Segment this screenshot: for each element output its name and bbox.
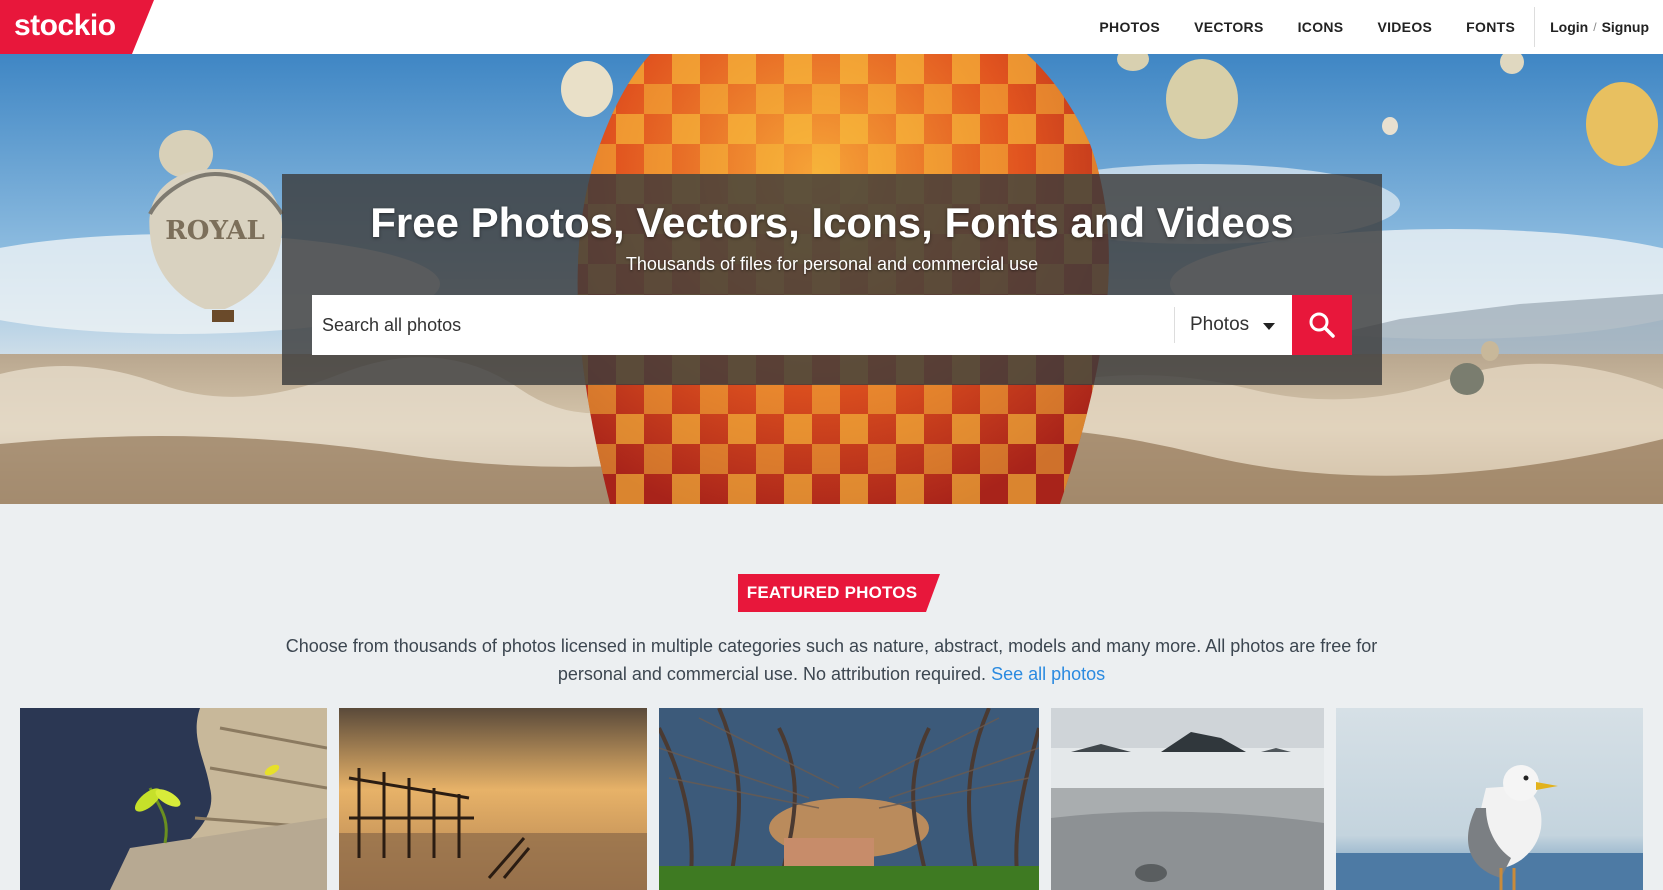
search-icon: [1309, 312, 1335, 338]
stockio-logo[interactable]: stockio: [0, 0, 154, 54]
photo-thumb-tree-lined-path[interactable]: [659, 708, 1039, 890]
photo-image: [339, 708, 647, 890]
search-input[interactable]: [312, 295, 1172, 355]
main-nav: PHOTOS VECTORS ICONS VIDEOS FONTS Login …: [1082, 0, 1663, 54]
nav-fonts-link[interactable]: FONTS: [1449, 19, 1532, 35]
top-navigation-bar: stockio PHOTOS VECTORS ICONS VIDEOS FONT…: [0, 0, 1663, 54]
featured-description-text: Choose from thousands of photos licensed…: [285, 636, 1378, 684]
category-select-value: Photos: [1190, 314, 1250, 335]
featured-photos-badge: FEATURED PHOTOS: [738, 574, 940, 612]
search-button[interactable]: [1292, 295, 1352, 355]
search-bar: Photos: [312, 295, 1352, 355]
category-select[interactable]: Photos: [1174, 295, 1290, 355]
hero-section: ROYAL Free Photos, Vectors, Icons, Fonts…: [0, 54, 1663, 504]
photo-thumb-pier-at-sunset[interactable]: [339, 708, 647, 890]
signup-link[interactable]: Signup: [1602, 19, 1649, 35]
nav-photos-link[interactable]: PHOTOS: [1082, 19, 1177, 35]
caret-down-icon: [1263, 322, 1276, 330]
auth-links: Login / Signup: [1535, 19, 1663, 35]
photo-image: [20, 708, 327, 890]
see-all-photos-link[interactable]: See all photos: [991, 664, 1105, 684]
login-link[interactable]: Login: [1550, 19, 1588, 35]
photo-thumb-flower-on-wood[interactable]: [20, 708, 327, 890]
hero-title: Free Photos, Vectors, Icons, Fonts and V…: [370, 199, 1294, 246]
photo-image: [659, 708, 1039, 890]
hero-subtitle: Thousands of files for personal and comm…: [625, 254, 1039, 274]
royal-balloon-text: ROYAL: [165, 216, 265, 246]
photo-image: [1051, 708, 1324, 890]
hero-search-panel: Free Photos, Vectors, Icons, Fonts and V…: [282, 174, 1382, 385]
featured-description: Choose from thousands of photos licensed…: [260, 632, 1403, 688]
nav-vectors-link[interactable]: VECTORS: [1177, 19, 1281, 35]
photo-thumb-misty-beach-rocks[interactable]: [1051, 708, 1324, 890]
logo-text: stockio: [14, 9, 116, 42]
featured-photos-heading: FEATURED PHOTOS: [746, 583, 918, 602]
nav-icons-link[interactable]: ICONS: [1281, 19, 1361, 35]
photo-thumb-seagull[interactable]: [1336, 708, 1643, 890]
nav-videos-link[interactable]: VIDEOS: [1360, 19, 1449, 35]
auth-separator: /: [1593, 20, 1597, 34]
photo-image: [1336, 708, 1643, 890]
